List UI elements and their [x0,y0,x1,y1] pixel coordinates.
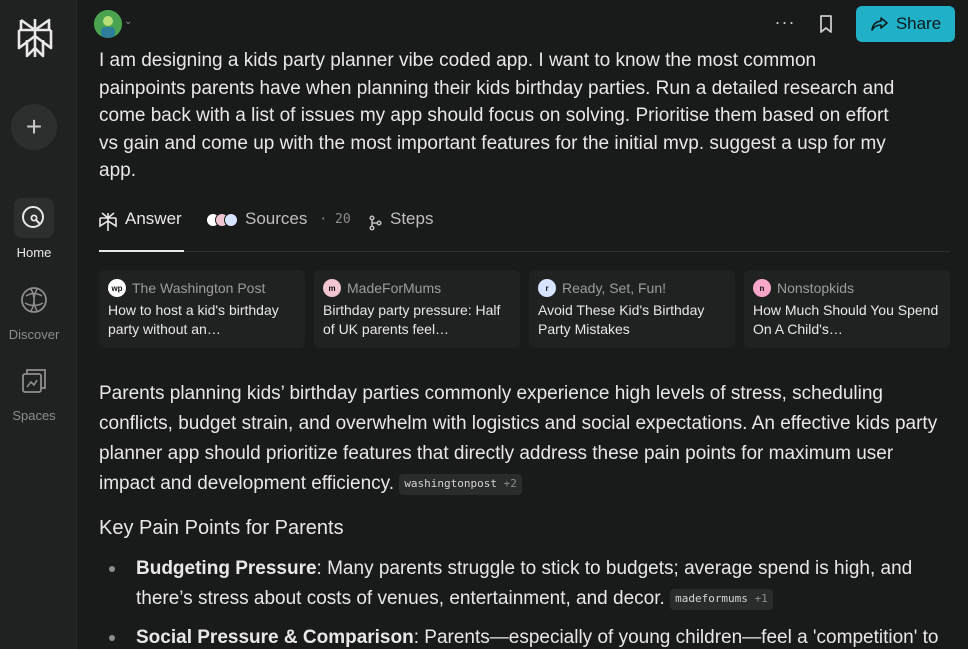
list-item: Budgeting Pressure: Many parents struggl… [108,554,953,614]
query-text: I am designing a kids party planner vibe… [99,50,895,181]
sidebar-item-spaces[interactable]: Spaces [0,361,68,423]
share-label: Share [895,14,942,33]
source-title: Birthday party pressure: Half of UK pare… [323,302,501,337]
citation-source: washingtonpost [404,477,498,490]
source-card[interactable]: n Nonstopkids How Much Should You Spend … [744,270,950,348]
sidebar-item-label: Spaces [12,408,56,423]
tab-answer[interactable]: Answer [99,206,184,252]
source-favicons [206,213,238,227]
citation-source: madeformums [675,592,748,605]
chevron-down-icon[interactable]: ⌄ [124,16,132,27]
source-title: How Much Should You Spend On A Child's… [753,302,939,337]
avatar[interactable] [94,10,122,38]
tab-sources-label: Sources [245,209,308,228]
steps-icon [369,215,382,231]
sidebar-item-home[interactable]: Home [0,198,68,260]
sidebar-item-label: Home [16,245,52,260]
section-heading: Key Pain Points for Parents [99,517,344,539]
nonstopkids-favicon: n [753,279,771,297]
answer-intro: Parents planning kids’ birthday parties … [99,379,949,499]
source-card[interactable]: r Ready, Set, Fun! Avoid These Kid's Bir… [529,270,735,348]
sources-count: · 20 [319,212,351,227]
citation-badge[interactable]: washingtonpost +2 [399,474,522,495]
sidebar-item-label: Discover [8,327,60,342]
sidebar: + Home Discover Spaces [0,0,77,649]
point-title: Budgeting Pressure [136,558,317,579]
source-name: Nonstopkids [777,280,855,296]
source-title: How to host a kid's birthday party witho… [108,302,279,337]
source-cards: wp The Washington Post How to host a kid… [99,270,950,348]
answer-icon [99,212,117,231]
home-search-icon [14,198,54,238]
tab-steps[interactable]: Steps [368,206,433,252]
tab-sources[interactable]: Sources · 20 [206,206,351,252]
point-title: Social Pressure & Comparison [136,627,414,648]
source-card[interactable]: wp The Washington Post How to host a kid… [99,270,305,348]
globe-icon [14,280,54,320]
point-text: : Parents—especially of young children—f… [413,627,939,648]
share-button[interactable]: Share [856,6,955,42]
citation-more: +2 [503,477,517,490]
more-options-button[interactable]: ··· [773,12,797,36]
tab-answer-label: Answer [125,209,182,228]
bookmark-icon[interactable] [815,13,837,35]
result-tabs: Answer Sources · 20 Steps [99,206,950,252]
source-name: Ready, Set, Fun! [562,280,667,296]
plus-icon: + [25,111,43,142]
source-card[interactable]: m MadeForMums Birthday party pressure: H… [314,270,520,348]
source-name: The Washington Post [132,280,266,296]
sidebar-item-discover[interactable]: Discover [0,280,68,342]
madeformums-favicon: m [323,279,341,297]
source-title: Avoid These Kid's Birthday Party Mistake… [538,302,705,337]
perplexity-logo[interactable] [15,16,55,60]
citation-badge[interactable]: madeformums +1 [670,589,773,610]
list-item: Social Pressure & Comparison: Parents—es… [108,623,953,649]
washington-post-favicon: wp [108,279,126,297]
source-name: MadeForMums [347,280,442,296]
tab-steps-label: Steps [390,209,434,228]
new-thread-button[interactable]: + [11,104,57,150]
share-icon [871,17,888,31]
citation-more: +1 [754,592,768,605]
readysetfun-favicon: r [538,279,556,297]
pain-points-list: Budgeting Pressure: Many parents struggl… [108,554,953,649]
spaces-icon [14,361,54,401]
